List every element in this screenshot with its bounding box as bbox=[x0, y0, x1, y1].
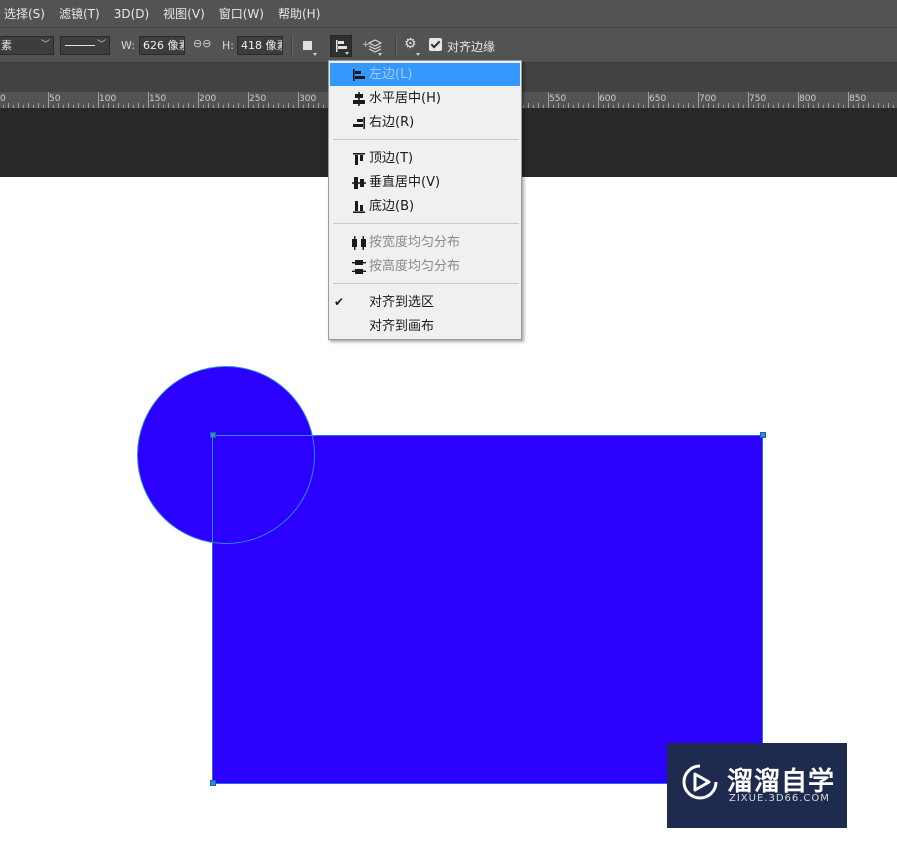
menu-window[interactable]: 窗口(W) bbox=[212, 5, 271, 22]
menu-item-align-left[interactable]: 左边(L) bbox=[330, 63, 520, 86]
play-logo-icon bbox=[682, 764, 718, 800]
menu-item-label: 对齐到画布 bbox=[369, 319, 435, 334]
ruler-tick bbox=[48, 92, 49, 108]
menu-separator bbox=[333, 223, 519, 224]
anchor-handle[interactable] bbox=[760, 432, 766, 438]
menu-item-label: 对齐到选区 bbox=[369, 295, 435, 310]
align-top-edges-icon bbox=[353, 153, 365, 165]
width-input[interactable]: 626 像素 bbox=[139, 36, 185, 55]
ruler-tick bbox=[298, 92, 299, 108]
ruler-tick bbox=[748, 92, 749, 108]
menu-item-align-bottom[interactable]: 底边(B) bbox=[330, 195, 520, 218]
dropdown-arrow-icon bbox=[416, 53, 420, 56]
ruler-tick bbox=[698, 92, 699, 108]
settings-button[interactable]: ⚙ bbox=[400, 35, 422, 57]
separator bbox=[395, 36, 397, 56]
distribute-vertical-icon bbox=[352, 260, 366, 274]
width-label: W: bbox=[121, 39, 135, 52]
stroke-style-combo[interactable]: ﹀ bbox=[60, 36, 110, 55]
menu-item-align-to-canvas[interactable]: 对齐到画布 bbox=[330, 315, 520, 338]
ruler-tick bbox=[648, 92, 649, 108]
ruler-tick bbox=[148, 92, 149, 108]
anchor-handle[interactable] bbox=[210, 432, 216, 438]
anchor-handle[interactable] bbox=[210, 780, 216, 786]
separator bbox=[291, 36, 293, 56]
align-edges-checkbox[interactable] bbox=[429, 38, 442, 51]
circle-shape[interactable] bbox=[137, 366, 315, 544]
align-bottom-edges-icon bbox=[353, 201, 365, 213]
align-vertical-centers-icon bbox=[352, 177, 366, 189]
path-alignment-menu: 左边(L) 水平居中(H) 右边(R) 顶边(T) 垂直居中(V) 底边(B) bbox=[328, 60, 522, 340]
menu-item-align-right[interactable]: 右边(R) bbox=[330, 111, 520, 134]
align-edges-label: 对齐边缘 bbox=[447, 40, 496, 54]
menu-item-distribute-height[interactable]: 按高度均匀分布 bbox=[330, 255, 520, 278]
square-icon bbox=[303, 41, 312, 50]
dropdown-arrow-icon bbox=[378, 53, 382, 56]
height-label: H: bbox=[222, 39, 234, 52]
layers-stack-icon: + bbox=[362, 39, 383, 53]
ruler-tick bbox=[248, 92, 249, 108]
menu-view[interactable]: 视图(V) bbox=[156, 5, 212, 22]
menu-item-label: 顶边(T) bbox=[369, 151, 414, 166]
menu-item-label: 垂直居中(V) bbox=[369, 175, 441, 190]
distribute-horizontal-icon bbox=[352, 236, 366, 250]
ruler-tick bbox=[548, 92, 549, 108]
ruler-tick bbox=[598, 92, 599, 108]
link-icon[interactable]: ⊖⊖ bbox=[193, 37, 211, 50]
dropdown-arrow-icon bbox=[313, 53, 317, 56]
menu-help[interactable]: 帮助(H) bbox=[271, 5, 327, 22]
unit-combo[interactable]: 素 ﹀ bbox=[0, 36, 54, 55]
checkmark-icon: ✔ bbox=[334, 295, 345, 309]
align-horizontal-centers-icon bbox=[353, 92, 365, 106]
align-right-edges-icon bbox=[353, 117, 365, 129]
menu-item-label: 左边(L) bbox=[369, 67, 413, 82]
menu-filter[interactable]: 滤镜(T) bbox=[52, 5, 107, 22]
chevron-down-icon: ﹀ bbox=[40, 40, 50, 50]
stroke-line-icon bbox=[65, 45, 95, 46]
path-arrangement-button[interactable]: + bbox=[362, 35, 384, 57]
menu-item-align-hcenter[interactable]: 水平居中(H) bbox=[330, 87, 520, 110]
dropdown-arrow-icon bbox=[345, 52, 349, 55]
ruler-tick bbox=[98, 92, 99, 108]
menu-select[interactable]: 选择(S) bbox=[0, 5, 52, 22]
ruler-tick bbox=[198, 92, 199, 108]
menu-item-label: 按高度均匀分布 bbox=[369, 259, 461, 274]
menu-item-align-vcenter[interactable]: 垂直居中(V) bbox=[330, 171, 520, 194]
path-operations-button[interactable] bbox=[297, 35, 319, 57]
watermark: 溜溜自学 ZIXUE.3D66.COM bbox=[667, 743, 847, 828]
menu-separator bbox=[333, 139, 519, 140]
ruler-tick bbox=[798, 92, 799, 108]
options-bar: 素 ﹀ ﹀ W: 626 像素 ⊖⊖ H: 418 像素 + ⚙ 对齐边缘 bbox=[0, 27, 897, 63]
watermark-url: ZIXUE.3D66.COM bbox=[729, 793, 830, 804]
menu-item-label: 水平居中(H) bbox=[369, 91, 441, 106]
align-left-edges-icon bbox=[353, 69, 365, 81]
menu-bar: 选择(S) 滤镜(T) 3D(D) 视图(V) 窗口(W) 帮助(H) bbox=[0, 0, 897, 27]
menu-3d[interactable]: 3D(D) bbox=[107, 7, 156, 21]
menu-item-label: 底边(B) bbox=[369, 199, 415, 214]
menu-item-distribute-width[interactable]: 按宽度均匀分布 bbox=[330, 231, 520, 254]
menu-item-label: 右边(R) bbox=[369, 115, 415, 130]
path-alignment-button[interactable] bbox=[330, 35, 352, 57]
menu-item-label: 按宽度均匀分布 bbox=[369, 235, 461, 250]
gear-icon: ⚙ bbox=[404, 36, 417, 52]
unit-combo-value: 素 bbox=[1, 39, 12, 52]
menu-item-align-to-selection[interactable]: ✔ 对齐到选区 bbox=[330, 291, 520, 314]
menu-item-align-top[interactable]: 顶边(T) bbox=[330, 147, 520, 170]
ruler-tick bbox=[848, 92, 849, 108]
chevron-down-icon: ﹀ bbox=[96, 40, 106, 50]
menu-separator bbox=[333, 283, 519, 284]
ruler-label: 0 bbox=[0, 94, 6, 104]
height-input[interactable]: 418 像素 bbox=[237, 36, 283, 55]
svg-text:+: + bbox=[362, 40, 370, 50]
